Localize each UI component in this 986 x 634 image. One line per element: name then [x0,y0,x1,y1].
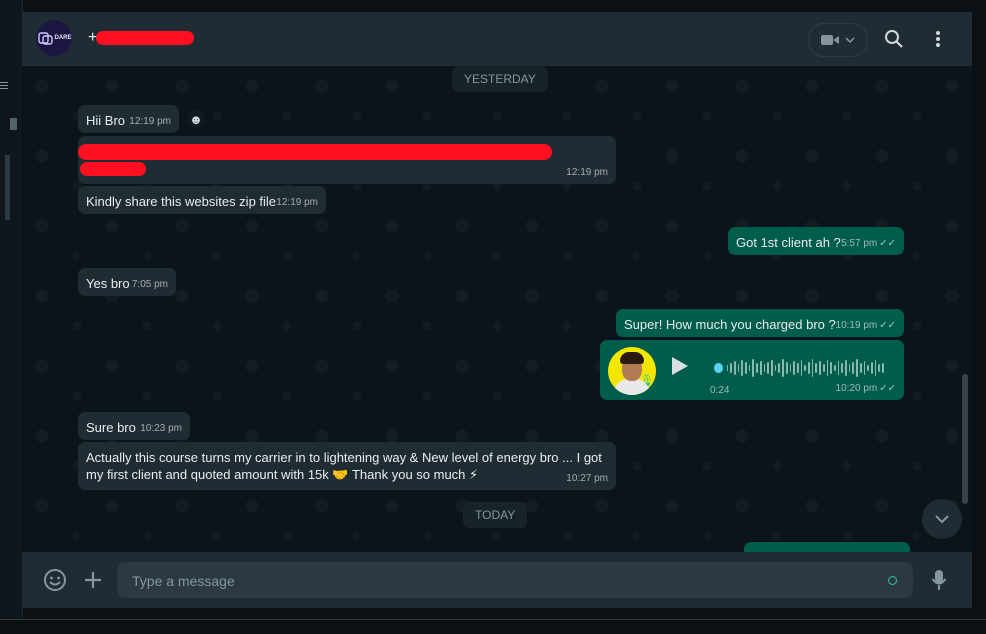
chat-header: DARE + ES [22,12,972,66]
composer [22,552,972,608]
chevron-down-icon [845,37,855,44]
voice-waveform[interactable] [714,358,884,378]
date-separator-yesterday: YESTERDAY [452,66,548,92]
reaction-emoji-icon[interactable]: ☻ [187,110,205,128]
message-text: Hii Bro [86,113,126,128]
message-bubble[interactable]: Yes bro 7:05 pm [78,268,176,296]
message-bubble[interactable]: Sure bro 10:23 pm [78,412,190,440]
emoji-icon [44,569,66,591]
plus-icon [85,572,101,588]
logo-icon [38,32,54,45]
message-time: 10:19 pm ✓✓ [836,320,896,331]
message-line: my first client and quoted amount with 1… [86,467,479,482]
redaction-mark [80,162,146,176]
message-input[interactable] [117,562,894,600]
status-dot-icon [888,576,897,585]
message-text: Got 1st client ah ? [736,235,841,250]
date-label: TODAY [475,508,516,522]
mic-icon [931,570,947,590]
play-icon[interactable] [672,357,688,375]
message-text: Actually this course turns my carrier in… [86,449,602,483]
mic-badge-icon: 🎙 [640,375,654,387]
whatsapp-window: DARE + ES YESTERDAY Hii Bro [0,0,986,634]
chevron-down-icon [935,514,949,523]
scroll-to-bottom-button[interactable] [922,499,962,539]
double-check-icon: ✓✓ [879,383,896,394]
message-bubble[interactable]: Hii Bro 12:19 pm [78,105,179,133]
menu-icon [936,31,940,47]
chat-panel: DARE + ES YESTERDAY Hii Bro [22,12,972,608]
message-time: 12:19 pm [566,167,608,178]
menu-button[interactable] [928,27,948,51]
date-label: YESTERDAY [464,72,536,86]
voice-record-button[interactable] [926,567,952,593]
message-time: 12:19 pm [276,197,318,208]
message-text: Sure bro [86,420,136,435]
contact-avatar[interactable]: DARE [36,20,72,56]
redaction-mark [96,31,194,45]
double-check-icon: ✓✓ [879,320,896,331]
list-divider [5,155,10,220]
time-text: 5:57 pm [841,238,878,249]
message-input-box[interactable] [117,562,913,600]
time-text: 10:19 pm [835,320,878,331]
message-bubble[interactable]: Got 1st client ah ? 5:57 pm ✓✓ [728,227,904,255]
message-list[interactable]: YESTERDAY Hii Bro 12:19 pm ☻ 12:19 pm Ki… [22,66,972,552]
attach-button[interactable] [80,567,106,593]
message-time: 10:20 pm ✓✓ [836,383,896,394]
filter-icon[interactable] [0,82,8,92]
scrollbar-thumb[interactable] [10,118,17,130]
message-time: 7:05 pm [131,279,168,290]
message-bubble-partial[interactable] [744,542,910,552]
voice-duration: 0:24 [710,385,730,396]
date-separator-today: TODAY [463,502,528,528]
chat-list-strip [0,0,23,633]
taskbar [0,619,986,634]
message-bubble[interactable]: Super! How much you charged bro ? 10:19 … [616,309,904,337]
message-time: 10:23 pm [140,423,182,434]
message-time: 10:27 pm [566,473,608,484]
double-check-icon: ✓✓ [879,238,896,249]
message-text: Kindly share this websites zip file [86,194,277,209]
time-text: 10:20 pm [835,383,878,394]
message-bubble[interactable]: 12:19 pm [78,136,616,184]
video-call-button[interactable] [808,23,868,57]
message-time: 5:57 pm ✓✓ [841,238,896,249]
scrollbar[interactable] [962,374,968,504]
seek-handle[interactable] [714,363,723,373]
search-icon [885,30,903,48]
voice-message[interactable]: 🎙 0:24 10:20 pm ✓✓ [600,340,904,400]
message-bubble[interactable]: Kindly share this websites zip file 12:1… [78,186,326,214]
redaction-mark [78,144,552,160]
message-time: 12:19 pm [129,116,171,127]
emoji-button[interactable] [42,567,68,593]
avatar-text: DARE [54,35,72,41]
contact-name[interactable]: + ES [88,29,198,49]
message-text: Yes bro [86,276,130,291]
message-text: Super! How much you charged bro ? [624,317,836,332]
search-button[interactable] [882,27,906,51]
video-call-icon [821,35,839,45]
message-line: Actually this course turns my carrier in… [86,450,602,465]
message-bubble[interactable]: Actually this course turns my carrier in… [78,442,616,490]
